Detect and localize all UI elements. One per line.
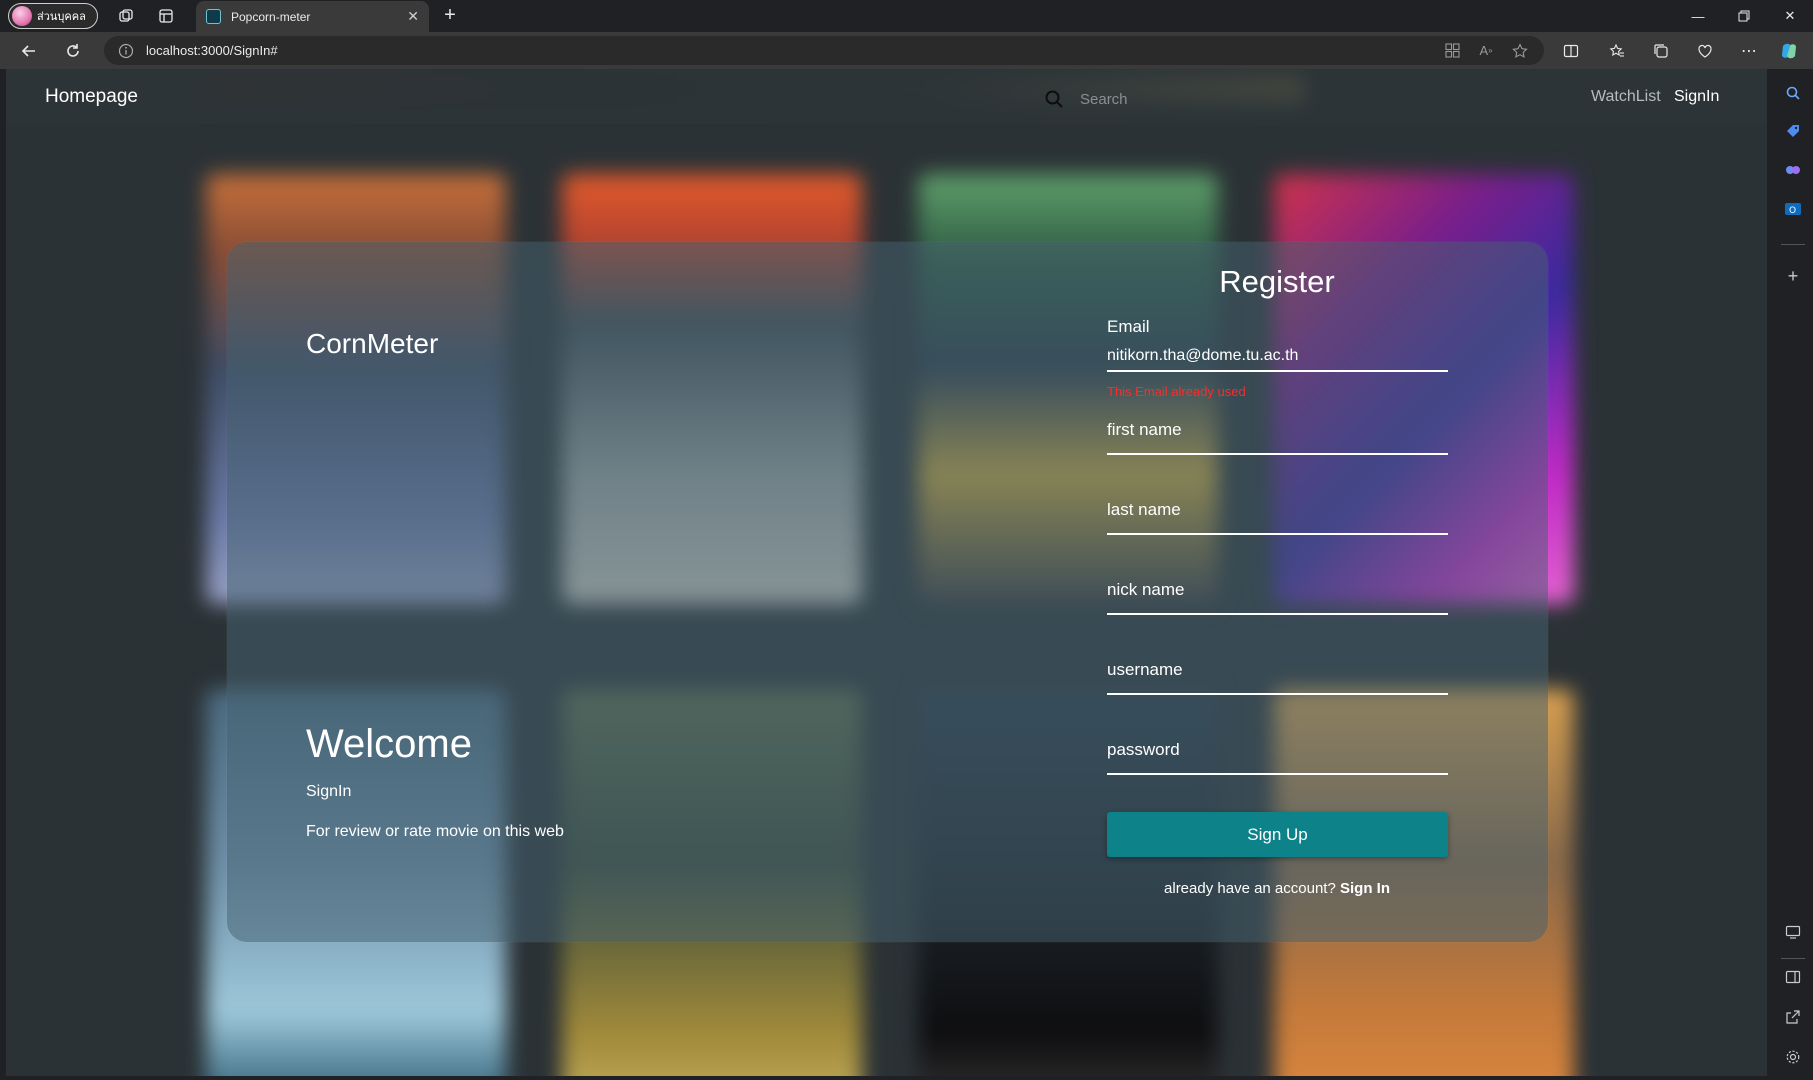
cornmeter-logo: CornMeter	[306, 328, 439, 359]
split-view-icon[interactable]	[1783, 967, 1803, 987]
more-icon[interactable]: ⋯	[1738, 40, 1760, 62]
close-tab-icon[interactable]: ✕	[407, 8, 419, 25]
welcome-description: For review or rate movie on this web	[306, 823, 564, 840]
reload-icon[interactable]	[62, 40, 84, 62]
back-icon[interactable]	[18, 40, 40, 62]
new-tab-button[interactable]: +	[438, 4, 462, 28]
nick-name-field[interactable]: nick name	[1107, 580, 1448, 620]
shopping-tag-icon[interactable]	[1783, 121, 1803, 141]
browser-essentials-icon[interactable]	[1694, 40, 1716, 62]
username-underline	[1107, 693, 1448, 695]
first-name-label: first name	[1107, 420, 1182, 439]
password-field[interactable]: password	[1107, 740, 1448, 780]
welcome-signin-text: SignIn	[306, 783, 352, 800]
sign-up-button[interactable]: Sign Up	[1107, 812, 1448, 857]
homepage-link[interactable]: Homepage	[45, 86, 138, 108]
sidebar-add-icon[interactable]: +	[1783, 266, 1803, 286]
svg-text:O: O	[1789, 206, 1796, 216]
first-name-field[interactable]: first name	[1107, 420, 1448, 460]
open-external-icon[interactable]	[1783, 1007, 1803, 1027]
favorite-star-icon[interactable]	[1512, 42, 1528, 59]
info-icon[interactable]	[118, 43, 134, 59]
email-value[interactable]: nitikorn.tha@dome.tu.ac.th	[1107, 347, 1448, 365]
site-favicon	[206, 9, 221, 24]
last-name-field[interactable]: last name	[1107, 500, 1448, 540]
username-label: username	[1107, 660, 1183, 679]
games-icon[interactable]	[1783, 159, 1803, 179]
password-label: password	[1107, 740, 1180, 759]
username-field[interactable]: username	[1107, 660, 1448, 700]
already-account-text: already have an account? Sign In	[1106, 880, 1448, 897]
profile-avatar	[12, 6, 32, 26]
workspaces-icon[interactable]	[116, 6, 136, 26]
settings-icon[interactable]	[1783, 1047, 1803, 1067]
read-aloud-icon[interactable]: A»	[1478, 43, 1494, 59]
already-account-label: already have an account?	[1164, 880, 1336, 897]
email-field[interactable]: Email nitikorn.tha@dome.tu.ac.th	[1107, 317, 1448, 372]
email-error-message: This Email already used	[1107, 384, 1246, 399]
signin-link[interactable]: SignIn	[1674, 88, 1719, 106]
tab-popcorn-meter[interactable]: Popcorn-meter ✕	[196, 1, 429, 32]
register-card: CornMeter Welcome SignIn For review or r…	[227, 242, 1548, 942]
welcome-heading: Welcome	[306, 722, 472, 766]
profile-button[interactable]: ส่วนบุคคล	[8, 3, 98, 29]
page-viewport: Homepage WatchList SignIn CornMeter Welc…	[6, 69, 1767, 1076]
copilot-icon[interactable]	[1778, 40, 1800, 62]
url-text: localhost:3000/SignIn#	[146, 43, 278, 58]
watchlist-link[interactable]: WatchList	[1591, 88, 1661, 106]
tab-title: Popcorn-meter	[231, 9, 311, 24]
address-bar[interactable]: localhost:3000/SignIn# A»	[104, 36, 1544, 65]
last-name-label: last name	[1107, 500, 1181, 519]
search-box	[1044, 84, 1219, 114]
first-name-underline	[1107, 453, 1448, 455]
search-icon[interactable]	[1044, 89, 1064, 109]
browser-tab-bar: ส่วนบุคคล Popcorn-meter ✕ + — ✕	[0, 0, 1813, 32]
minimize-icon[interactable]: —	[1675, 0, 1721, 32]
close-window-icon[interactable]: ✕	[1767, 0, 1813, 32]
tab-actions-icon[interactable]	[156, 6, 176, 26]
site-navbar: Homepage WatchList SignIn	[6, 69, 1767, 124]
outlook-icon[interactable]: O	[1783, 199, 1803, 219]
app-available-icon[interactable]	[1444, 43, 1460, 59]
favorites-icon[interactable]	[1606, 40, 1628, 62]
register-title: Register	[1219, 264, 1335, 299]
email-underline	[1107, 370, 1448, 372]
edge-sidebar: O +	[1773, 69, 1813, 1080]
screenshot-icon[interactable]	[1783, 922, 1803, 942]
sidebar-search-icon[interactable]	[1783, 83, 1803, 103]
browser-toolbar: localhost:3000/SignIn# A» ⋯	[0, 32, 1813, 69]
restore-icon[interactable]	[1721, 0, 1767, 32]
search-input[interactable]	[1080, 90, 1210, 108]
last-name-underline	[1107, 533, 1448, 535]
email-label: Email	[1107, 317, 1150, 336]
collections-icon[interactable]	[1650, 40, 1672, 62]
password-underline	[1107, 773, 1448, 775]
sign-in-link[interactable]: Sign In	[1340, 880, 1390, 897]
nick-name-label: nick name	[1107, 580, 1185, 599]
nick-name-underline	[1107, 613, 1448, 615]
split-screen-icon[interactable]	[1560, 40, 1582, 62]
profile-label: ส่วนบุคคล	[37, 11, 86, 23]
